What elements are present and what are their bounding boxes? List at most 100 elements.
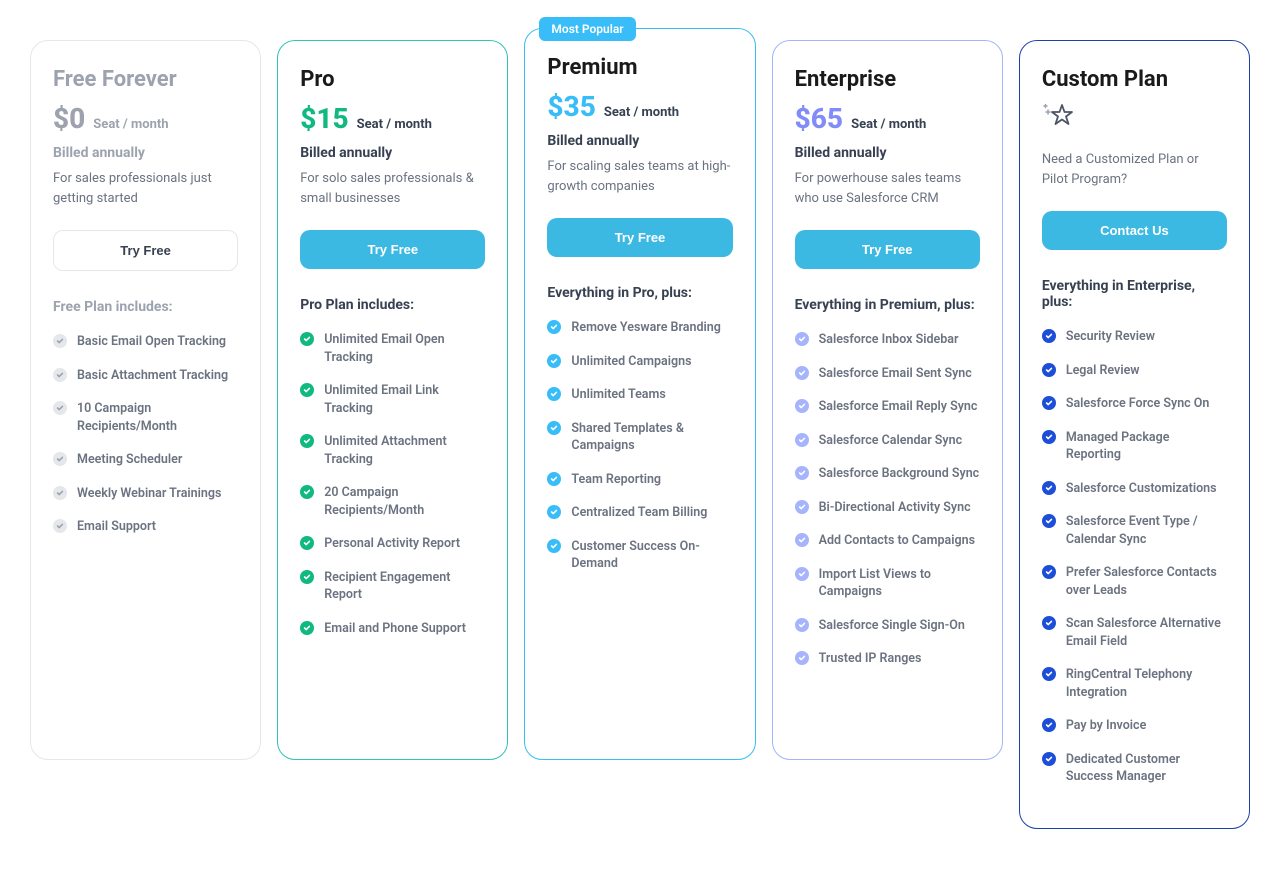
check-icon	[53, 519, 67, 533]
feature-label: Dedicated Customer Success Manager	[1066, 751, 1227, 786]
check-icon	[547, 505, 561, 519]
feature-item: Salesforce Background Sync	[795, 465, 980, 483]
includes-heading: Everything in Pro, plus:	[547, 285, 732, 301]
feature-item: Legal Review	[1042, 362, 1227, 380]
price: $15	[300, 102, 348, 135]
feature-label: Salesforce Event Type / Calendar Sync	[1066, 513, 1227, 548]
check-icon	[53, 452, 67, 466]
feature-item: Salesforce Calendar Sync	[795, 432, 980, 450]
price: $35	[547, 90, 595, 123]
plan-name: Free Forever	[53, 67, 238, 92]
price-unit: Seat / month	[604, 105, 679, 120]
feature-item: Unlimited Email Open Tracking	[300, 331, 485, 366]
feature-label: Salesforce Customizations	[1066, 480, 1217, 498]
feature-label: Salesforce Single Sign-On	[819, 617, 965, 635]
price-row: $15 Seat / month	[300, 102, 485, 135]
feature-label: Trusted IP Ranges	[819, 650, 922, 668]
price: $65	[795, 102, 843, 135]
feature-label: Bi-Directional Activity Sync	[819, 499, 971, 517]
check-icon	[1042, 752, 1056, 766]
includes-heading: Free Plan includes:	[53, 299, 238, 315]
feature-item: Scan Salesforce Alternative Email Field	[1042, 615, 1227, 650]
price-row: $35 Seat / month	[547, 90, 732, 123]
feature-item: Prefer Salesforce Contacts over Leads	[1042, 564, 1227, 599]
price-unit: Seat / month	[357, 117, 432, 132]
feature-label: RingCentral Telephony Integration	[1066, 666, 1227, 701]
plan-card-enterprise: Enterprise $65 Seat / month Billed annua…	[772, 40, 1003, 760]
feature-item: Salesforce Inbox Sidebar	[795, 331, 980, 349]
contact-us-button[interactable]: Contact Us	[1042, 211, 1227, 250]
feature-list-enterprise: Salesforce Inbox Sidebar Salesforce Email…	[795, 331, 980, 668]
feature-label: Unlimited Teams	[571, 386, 665, 404]
billed-label: Billed annually	[53, 145, 238, 161]
feature-label: Basic Attachment Tracking	[77, 367, 228, 385]
feature-item: Salesforce Email Sent Sync	[795, 365, 980, 383]
plan-card-pro: Pro $15 Seat / month Billed annually For…	[277, 40, 508, 760]
check-icon	[53, 368, 67, 382]
price-unit: Seat / month	[851, 117, 926, 132]
feature-label: Unlimited Email Link Tracking	[324, 382, 485, 417]
feature-list-premium: Remove Yesware BrandingUnlimited Campaig…	[547, 319, 732, 573]
feature-item: Remove Yesware Branding	[547, 319, 732, 337]
feature-label: Unlimited Email Open Tracking	[324, 331, 485, 366]
feature-item: Email Support	[53, 518, 238, 536]
feature-item: Salesforce Force Sync On	[1042, 395, 1227, 413]
feature-label: Prefer Salesforce Contacts over Leads	[1066, 564, 1227, 599]
check-icon	[300, 570, 314, 584]
feature-label: Recipient Engagement Report	[324, 569, 485, 604]
feature-item: Centralized Team Billing	[547, 504, 732, 522]
feature-label: Email and Phone Support	[324, 620, 466, 638]
check-icon	[547, 539, 561, 553]
feature-label: Pay by Invoice	[1066, 717, 1146, 735]
try-free-button[interactable]: Try Free	[795, 230, 980, 269]
feature-item: Managed Package Reporting	[1042, 429, 1227, 464]
feature-label: Centralized Team Billing	[571, 504, 707, 522]
feature-label: 20 Campaign Recipients/Month	[324, 484, 485, 519]
check-icon	[53, 486, 67, 500]
check-icon	[53, 401, 67, 415]
check-icon	[1042, 667, 1056, 681]
includes-heading: Everything in Enterprise, plus:	[1042, 278, 1227, 310]
try-free-button[interactable]: Try Free	[300, 230, 485, 269]
feature-item: Recipient Engagement Report	[300, 569, 485, 604]
feature-label: Personal Activity Report	[324, 535, 460, 553]
feature-item: Unlimited Attachment Tracking	[300, 433, 485, 468]
check-icon	[300, 485, 314, 499]
plan-desc: Need a Customized Plan or Pilot Program?	[1042, 150, 1227, 189]
price-unit: Seat / month	[93, 117, 168, 132]
feature-item: Basic Attachment Tracking	[53, 367, 238, 385]
includes-heading: Pro Plan includes:	[300, 297, 485, 313]
try-free-button[interactable]: Try Free	[53, 230, 238, 271]
plan-desc: For solo sales professionals & small bus…	[300, 169, 485, 208]
check-icon	[1042, 363, 1056, 377]
plan-desc: For powerhouse sales teams who use Sales…	[795, 169, 980, 208]
feature-item: Trusted IP Ranges	[795, 650, 980, 668]
check-icon	[300, 332, 314, 346]
check-icon	[300, 621, 314, 635]
feature-item: Team Reporting	[547, 471, 732, 489]
check-icon	[300, 383, 314, 397]
check-icon	[795, 399, 809, 413]
check-icon	[547, 421, 561, 435]
feature-label: Managed Package Reporting	[1066, 429, 1227, 464]
feature-label: Remove Yesware Branding	[571, 319, 720, 337]
feature-item: Customer Success On-Demand	[547, 538, 732, 573]
try-free-button[interactable]: Try Free	[547, 218, 732, 257]
feature-label: 10 Campaign Recipients/Month	[77, 400, 238, 435]
price-row: $65 Seat / month	[795, 102, 980, 135]
feature-label: Legal Review	[1066, 362, 1140, 380]
feature-list-custom: Security ReviewLegal ReviewSalesforce Fo…	[1042, 328, 1227, 786]
feature-item: Unlimited Teams	[547, 386, 732, 404]
check-icon	[795, 567, 809, 581]
feature-item: RingCentral Telephony Integration	[1042, 666, 1227, 701]
check-icon	[1042, 329, 1056, 343]
feature-label: Salesforce Inbox Sidebar	[819, 331, 959, 349]
billed-label: Billed annually	[547, 133, 732, 149]
feature-label: Basic Email Open Tracking	[77, 333, 226, 351]
most-popular-badge: Most Popular	[539, 17, 635, 41]
feature-label: Salesforce Email Sent Sync	[819, 365, 972, 383]
star-icon	[1042, 102, 1227, 134]
feature-item: Salesforce Single Sign-On	[795, 617, 980, 635]
feature-label: Salesforce Background Sync	[819, 465, 980, 483]
feature-label: Email Support	[77, 518, 156, 536]
